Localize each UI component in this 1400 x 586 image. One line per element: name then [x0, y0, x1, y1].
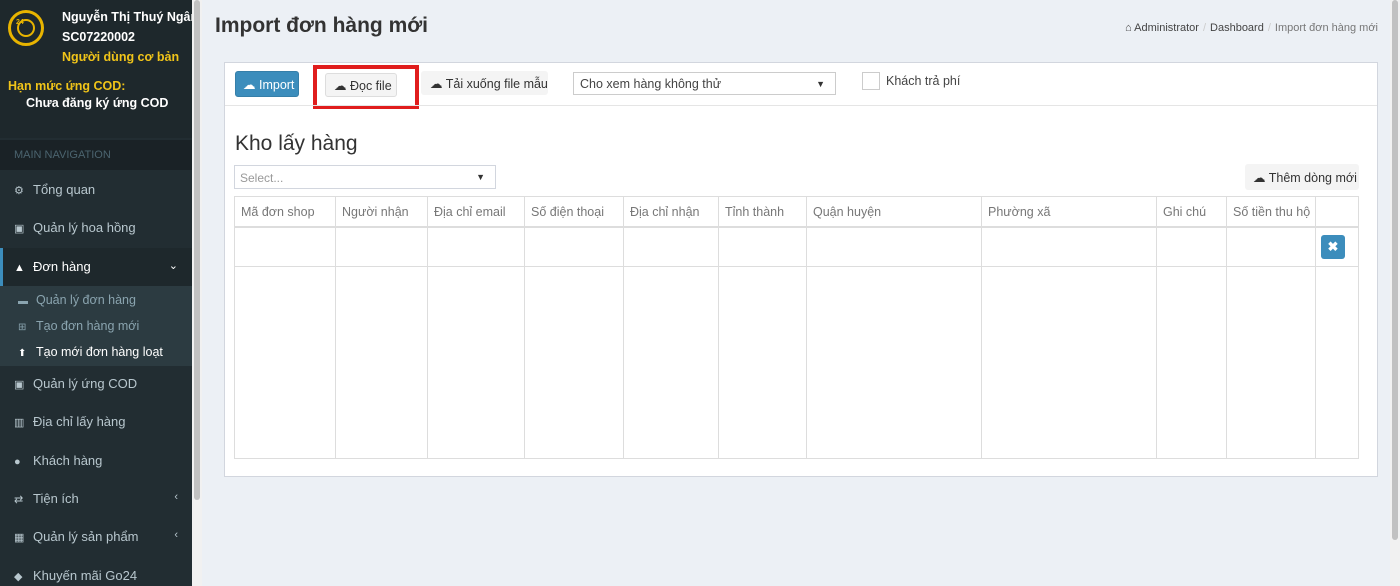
import-box: ☁ Import ☁ Đọc file ☁ Tải xuống file mẫu… [224, 62, 1378, 477]
column-header: Địa chỉ nhận [630, 205, 700, 219]
user-icon: ● [14, 456, 21, 468]
sidebar: 24 Nguyễn Thị Thuý Ngân SC07220002 Người… [0, 0, 192, 586]
close-icon: ✖ [1327, 239, 1339, 254]
page-title: Import đơn hàng mới [215, 14, 429, 37]
chevron-left-icon: ‹ [174, 491, 178, 503]
column-header: Địa chỉ email [434, 205, 506, 219]
customer-pays-checkbox[interactable] [862, 72, 880, 90]
logo: 24 [8, 10, 44, 46]
sidebar-item-label: Tiện ích [33, 491, 79, 506]
column-header: Số tiền thu hộ [1233, 205, 1311, 219]
add-row-button[interactable]: ☁ Thêm dòng mới [1245, 164, 1359, 190]
import-button[interactable]: ☁ Import [235, 71, 299, 97]
sidebar-item-overview[interactable]: ⚙ Tổng quan [0, 171, 192, 209]
orders-grid: Mã đơn shop Người nhận Địa chỉ email Số … [234, 196, 1359, 459]
column-header: Người nhận [342, 205, 409, 219]
column-header: Số điện thoại [531, 205, 604, 219]
column-header: Tỉnh thành [725, 205, 785, 219]
highlight-box [313, 65, 419, 109]
breadcrumb: ⌂ Administrator / Dashboard / Import đơn hàn… [1125, 22, 1378, 34]
gift-icon: ◆ [14, 571, 23, 583]
column-header: Mã đơn shop [241, 205, 315, 219]
user-name: Nguyễn Thị Thuý Ngân [62, 10, 192, 24]
bank-icon: ▥ [14, 417, 25, 429]
view-option-select[interactable]: Cho xem hàng không thử ▼ [573, 72, 836, 95]
money-icon: ▣ [14, 379, 25, 391]
sidebar-item-products[interactable]: ▦ Quản lý sản phẩm ‹ [0, 518, 192, 556]
user-code: SC07220002 [62, 30, 135, 44]
caret-down-icon: ▼ [816, 79, 825, 89]
row-divider [235, 266, 1358, 267]
barcode-icon: ▦ [14, 532, 25, 544]
divider [225, 105, 1377, 106]
cloud-upload-icon: ☁ [243, 78, 256, 92]
column-header: Quận huyện [813, 205, 882, 219]
sidebar-item-label: Khách hàng [33, 453, 103, 468]
orders-submenu: ▬ Quản lý đơn hàng ⊞ Tạo đơn hàng mới ⬆ Tạo… [0, 286, 192, 366]
submenu-item-bulk-create[interactable]: ⬆ Tạo mới đơn hàng loạt [0, 340, 192, 366]
sidebar-item-label: Đơn hàng [33, 259, 91, 274]
breadcrumb-item-administrator[interactable]: Administrator [1134, 22, 1199, 34]
shopping-bag-icon: ▲ [14, 262, 25, 274]
sidebar-item-label: Tổng quan [33, 182, 96, 197]
sidebar-item-label: Khuyến mãi Go24 [33, 568, 138, 583]
money-icon: ▣ [14, 223, 25, 235]
submenu-item-label: Quản lý đơn hàng [36, 293, 136, 307]
cloud-upload-icon: ☁ [1253, 171, 1266, 185]
column: Mã đơn shop [235, 197, 336, 458]
column-header: Ghi chú [1163, 205, 1207, 219]
submenu-item-label: Tạo đơn hàng mới [36, 319, 140, 333]
sidebar-item-orders[interactable]: ▲ Đơn hàng ⌄ [0, 248, 192, 286]
submenu-item-label: Tạo mới đơn hàng loạt [36, 345, 163, 359]
column: Tỉnh thành [719, 197, 807, 458]
column: Phường xã [982, 197, 1157, 458]
column: Quận huyện [807, 197, 982, 458]
sidebar-item-utilities[interactable]: ⇄ Tiện ích ‹ [0, 480, 192, 518]
sidebar-item-commission[interactable]: ▣ Quản lý hoa hồng [0, 209, 192, 247]
chevron-down-icon: ⌄ [168, 260, 178, 272]
sidebar-item-label: Quản lý hoa hồng [33, 220, 136, 235]
header-divider [235, 226, 1358, 228]
download-template-button[interactable]: ☁ Tải xuống file mẫu [421, 71, 548, 95]
column: Người nhận [336, 197, 428, 458]
sidebar-item-pickup-address[interactable]: ▥ Địa chỉ lấy hàng [0, 403, 192, 441]
column: Số điện thoại [525, 197, 624, 458]
page-scrollbar-thumb[interactable] [1392, 0, 1398, 540]
breadcrumb-item-dashboard[interactable]: Dashboard [1210, 22, 1264, 34]
exchange-icon: ⇄ [14, 494, 24, 506]
warehouse-select[interactable]: Select... ▼ [234, 165, 496, 189]
nav-header: MAIN NAVIGATION [0, 140, 192, 170]
upload-icon: ⬆ [18, 348, 27, 359]
column: Địa chỉ email [428, 197, 525, 458]
column: Ghi chú [1157, 197, 1227, 458]
truck-icon: ▬ [18, 296, 28, 307]
sidebar-scrollbar-thumb[interactable] [194, 0, 200, 500]
column: Số tiền thu hộ [1227, 197, 1316, 458]
sidebar-item-label: Quản lý ứng COD [33, 376, 138, 391]
logo-text: 24 [16, 19, 24, 26]
sidebar-item-cod[interactable]: ▣ Quản lý ứng COD [0, 365, 192, 403]
caret-down-icon: ▼ [476, 172, 485, 182]
sidebar-item-label: Quản lý sản phẩm [33, 529, 139, 544]
column: Địa chỉ nhận [624, 197, 719, 458]
warehouse-title: Kho lấy hàng [235, 132, 358, 155]
cod-limit-value: Chưa đăng ký ứng COD [26, 96, 169, 110]
submenu-item-manage-orders[interactable]: ▬ Quản lý đơn hàng [0, 288, 192, 314]
cloud-download-icon: ☁ [430, 77, 443, 91]
chevron-left-icon: ‹ [174, 529, 178, 541]
sidebar-item-customers[interactable]: ● Khách hàng [0, 442, 192, 480]
submenu-item-create-order[interactable]: ⊞ Tạo đơn hàng mới [0, 314, 192, 340]
cod-limit-label: Hạn mức ứng COD: [8, 79, 126, 93]
cart-icon: ⊞ [18, 322, 27, 333]
sidebar-item-label: Địa chỉ lấy hàng [33, 414, 126, 429]
user-panel: 24 Nguyễn Thị Thuý Ngân SC07220002 Người… [0, 0, 192, 138]
delete-row-button[interactable]: ✖ [1321, 235, 1345, 259]
column-header: Phường xã [988, 205, 1051, 219]
user-role: Người dùng cơ bản [62, 50, 180, 64]
breadcrumb-item-current: Import đơn hàng mới [1274, 22, 1378, 34]
dashboard-icon: ⚙ [14, 185, 24, 197]
sidebar-item-promotions[interactable]: ◆ Khuyến mãi Go24 [0, 557, 192, 586]
customer-pays-label: Khách trả phí [886, 74, 961, 88]
home-icon: ⌂ [1125, 22, 1132, 34]
